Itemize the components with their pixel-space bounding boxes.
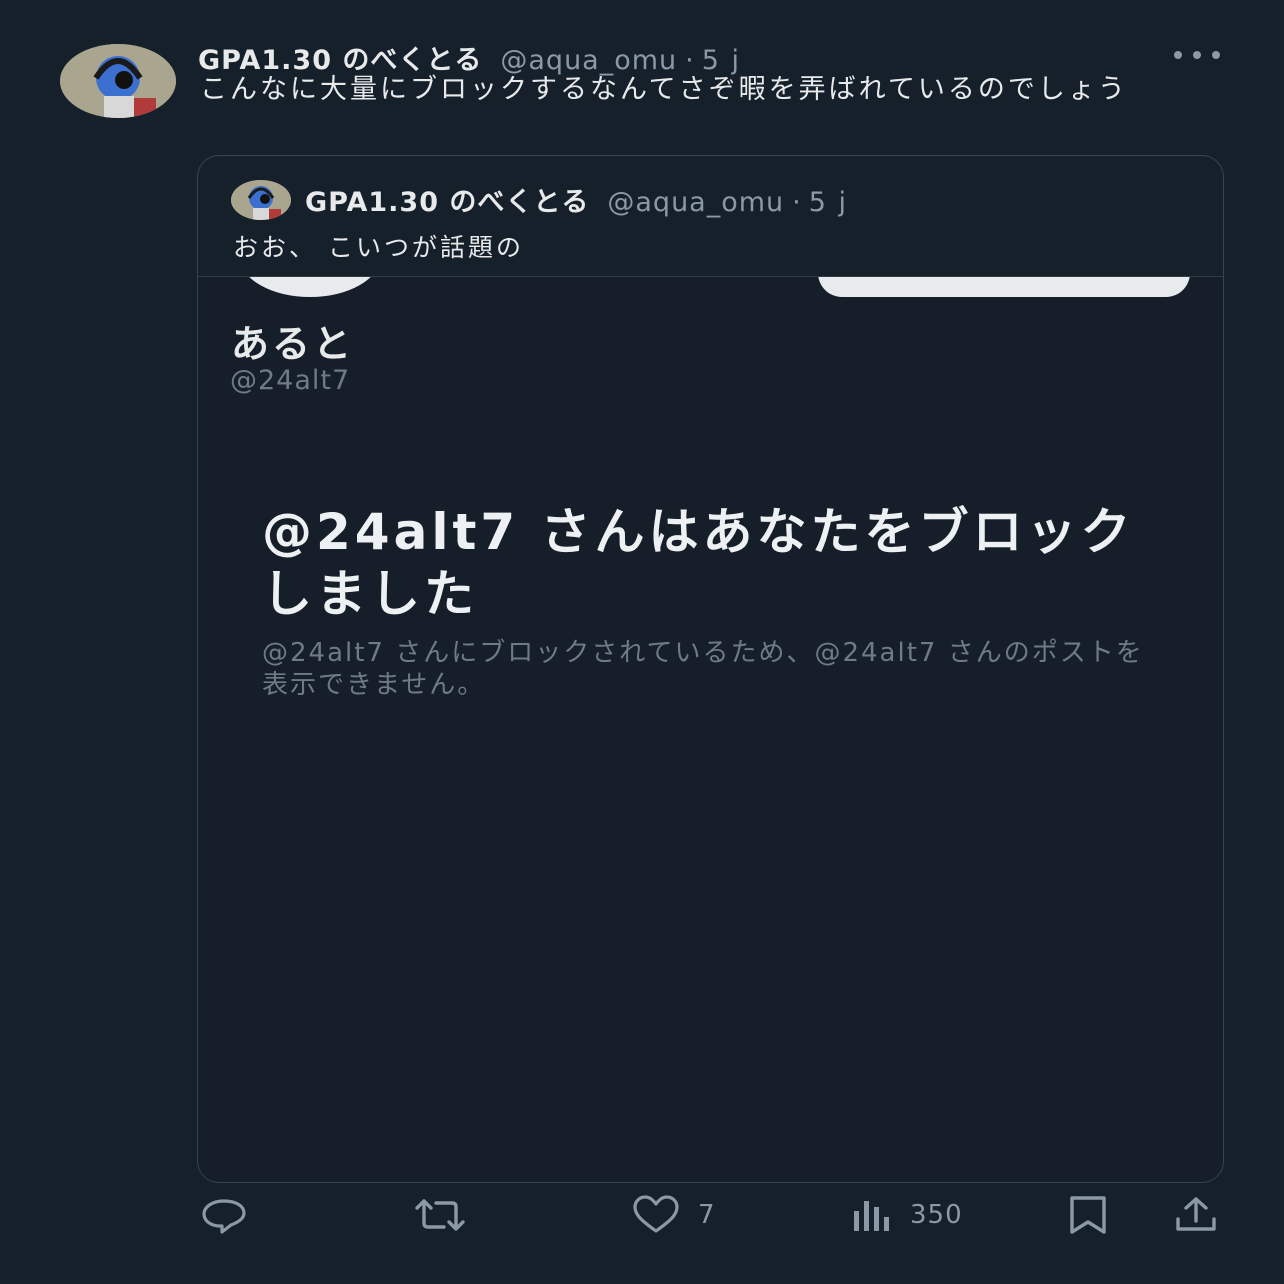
- screenshot-profile-name: あると: [231, 322, 355, 366]
- more-dot: [1212, 51, 1220, 59]
- repost-icon: [415, 1199, 465, 1231]
- attached-screenshot[interactable]: あると @24alt7 @24alt7 さんはあなたをブロックしました @24a…: [198, 276, 1223, 1182]
- quoted-author-line: GPA1.30 のべくとる @aqua_omu · 5 j: [305, 180, 848, 219]
- quoted-text: おお、 こいつが話題の: [233, 233, 524, 262]
- more-dot: [1174, 51, 1182, 59]
- screenshot-profile-handle: @24alt7: [230, 365, 351, 396]
- tweet-header: GPA1.30 のべくとる @aqua_omu · 5 j: [198, 38, 741, 76]
- avatar[interactable]: [60, 44, 176, 118]
- views-button[interactable]: 350: [852, 1192, 963, 1238]
- blocked-message-description: @24alt7 さんにブロックされているため、@24alt7 さんのポストを表示…: [262, 638, 1144, 700]
- separator-dot: ·: [792, 187, 801, 218]
- tweet-text: こんなに大量にブロックするなんてさぞ暇を弄ばれているのでしょう: [200, 74, 1128, 105]
- quoted-display-name: GPA1.30 のべくとる: [305, 187, 590, 218]
- bookmark-icon: [1070, 1196, 1106, 1234]
- bookmark-button[interactable]: [1068, 1192, 1108, 1238]
- quoted-avatar: [231, 180, 291, 220]
- heart-icon: [633, 1195, 679, 1233]
- like-count: 7: [698, 1200, 716, 1230]
- reply-button[interactable]: [200, 1192, 248, 1238]
- screenshot-profile-button: [818, 277, 1190, 297]
- quoted-handle: @aqua_omu: [607, 187, 785, 218]
- views-icon: [854, 1201, 889, 1231]
- screenshot-profile-avatar: [240, 277, 380, 297]
- quoted-tweet-header: GPA1.30 のべくとる @aqua_omu · 5 j おお、 こいつが話題…: [198, 156, 1223, 276]
- views-count: 350: [910, 1200, 963, 1230]
- quoted-avatar-image: [231, 180, 291, 220]
- avatar-image: [60, 44, 176, 118]
- more-options-icon[interactable]: [1174, 48, 1220, 62]
- blocked-message-title: @24alt7 さんはあなたをブロックしました: [262, 503, 1135, 623]
- tweet-page: GPA1.30 のべくとる @aqua_omu · 5 j こんなに大量にブロッ…: [0, 0, 1284, 1284]
- quoted-tweet-card[interactable]: GPA1.30 のべくとる @aqua_omu · 5 j おお、 こいつが話題…: [197, 155, 1224, 1183]
- like-button[interactable]: 7: [632, 1192, 716, 1238]
- share-button[interactable]: [1174, 1192, 1218, 1238]
- share-icon: [1176, 1197, 1216, 1231]
- repost-button[interactable]: [414, 1192, 466, 1238]
- quoted-timestamp: 5 j: [808, 187, 849, 218]
- more-dot: [1193, 51, 1201, 59]
- reply-icon: [202, 1199, 246, 1234]
